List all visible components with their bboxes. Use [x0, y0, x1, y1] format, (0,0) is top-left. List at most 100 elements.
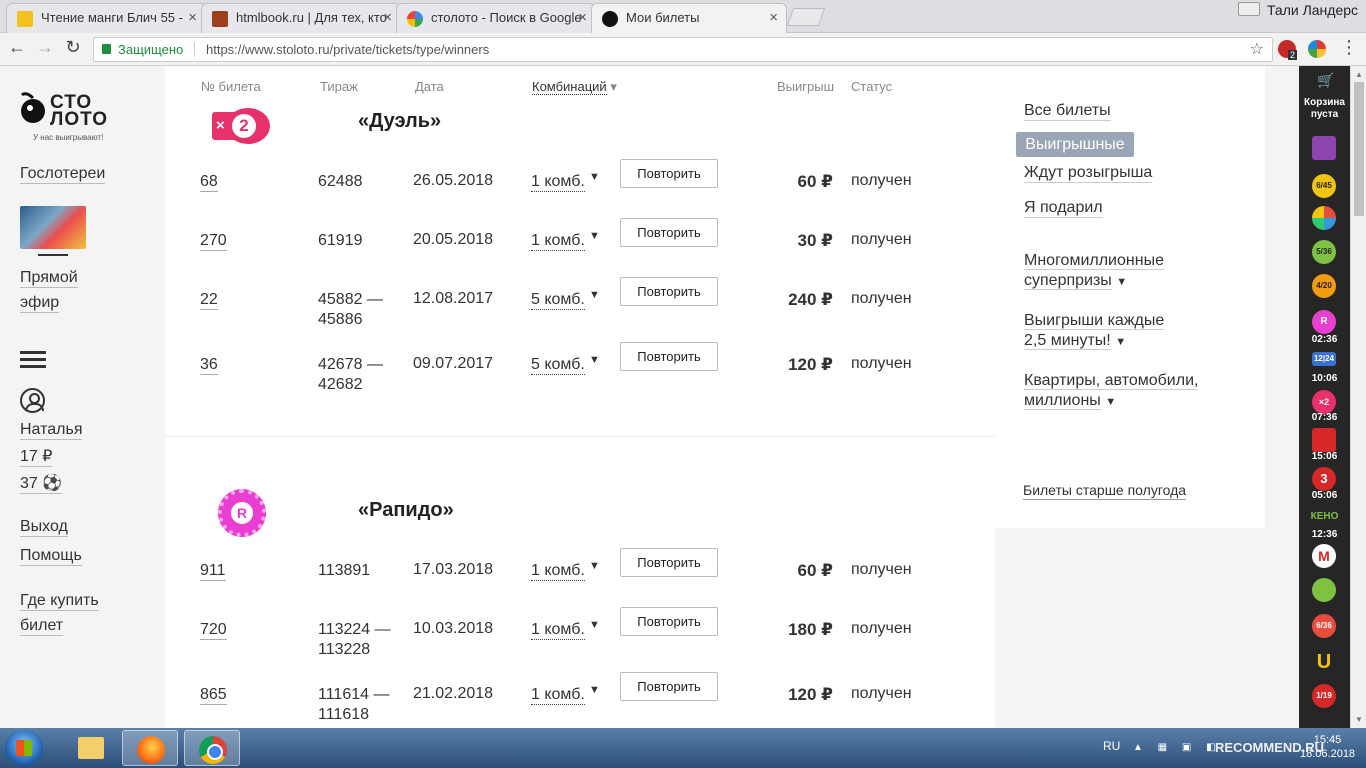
lottery-6-36-icon[interactable]: 6/36 — [1312, 614, 1336, 638]
minimize-window-button[interactable] — [1238, 2, 1260, 16]
ticket-number-link[interactable]: 270 — [200, 231, 227, 251]
chevron-down-icon[interactable]: ▼ — [589, 171, 600, 183]
user-icon[interactable] — [20, 388, 45, 413]
bookmark-star-icon[interactable]: ☆ — [1250, 38, 1264, 61]
tab-htmlbook[interactable]: htmlbook.ru | Для тех, кто × — [201, 3, 401, 33]
logo-wordmark[interactable]: СТО ЛОТО — [50, 93, 108, 129]
repeat-button[interactable]: Повторить — [620, 672, 718, 701]
lottery-duel-icon[interactable]: ×2 — [1312, 390, 1336, 414]
logout-link[interactable]: Выход — [20, 517, 68, 537]
superprizes-dropdown[interactable]: Многомиллионные суперпризы ▼ — [1024, 251, 1164, 292]
combinations-dropdown[interactable]: 1 комб. — [531, 172, 585, 192]
tab-google[interactable]: столото - Поиск в Google × — [396, 3, 596, 33]
lottery-top3-red-icon[interactable]: 3 — [1312, 467, 1336, 491]
lottery-12-24-icon[interactable]: 12|24 — [1312, 352, 1336, 366]
repeat-button[interactable]: Повторить — [620, 548, 718, 577]
balance-link[interactable]: 17 ₽ — [20, 447, 53, 467]
stoloto-logo-icon[interactable] — [20, 90, 46, 126]
chevron-down-icon[interactable]: ▼ — [589, 230, 600, 242]
filter-winning-active[interactable]: Выигрышные — [1016, 132, 1134, 157]
filter-awaiting-draw[interactable]: Ждут розыгрыша — [1024, 163, 1153, 183]
close-tab-icon[interactable]: × — [769, 4, 778, 32]
repeat-button[interactable]: Повторить — [620, 607, 718, 636]
close-tab-icon[interactable]: × — [383, 4, 392, 32]
lottery-top3-icon[interactable] — [1312, 428, 1336, 452]
ticket-number-link[interactable]: 865 — [200, 685, 227, 705]
tab-manga[interactable]: Чтение манги Блич 55 - × — [6, 3, 206, 33]
filter-all-tickets[interactable]: Все билеты — [1024, 101, 1111, 121]
lottery-bingo-icon[interactable] — [1312, 578, 1336, 602]
filter-gifted[interactable]: Я подарил — [1024, 198, 1103, 218]
tab-my-tickets[interactable]: Мои билеты × — [591, 3, 787, 34]
lottery-horseshoe-icon[interactable]: U — [1312, 650, 1336, 674]
every-2-5-min-dropdown[interactable]: Выигрыши каждые 2,5 минуты! ▼ — [1024, 311, 1165, 352]
chevron-down-icon[interactable]: ▼ — [589, 289, 600, 301]
taskbar-chrome[interactable] — [184, 730, 240, 766]
chevron-down-icon[interactable]: ▼ — [589, 684, 600, 696]
prize-amount: 240 ₽ — [788, 290, 833, 309]
live-link[interactable]: Прямой — [20, 268, 78, 288]
ticket-number-link[interactable]: 720 — [200, 620, 227, 640]
page-scrollbar[interactable]: ▲ ▼ — [1350, 66, 1366, 728]
live-broadcast-thumbnail[interactable] — [20, 206, 86, 249]
chevron-down-icon[interactable]: ▼ — [589, 560, 600, 572]
scroll-down-icon[interactable]: ▼ — [1355, 715, 1363, 724]
user-name-link[interactable]: Наталья — [20, 420, 83, 440]
lottery-gift-icon[interactable] — [1312, 136, 1336, 160]
language-indicator[interactable]: RU — [1103, 739, 1120, 753]
lottery-6-45-icon[interactable]: 6/45 — [1312, 174, 1336, 198]
bonus-link[interactable]: 37 ⚽ — [20, 474, 63, 494]
extension-icon[interactable] — [1308, 40, 1326, 58]
combinations-dropdown[interactable]: 1 комб. — [531, 685, 585, 705]
combinations-dropdown[interactable]: 5 комб. — [531, 355, 585, 375]
browser-menu-icon[interactable]: ⋮ — [1338, 37, 1360, 58]
lottery-matchball-icon[interactable]: M — [1312, 544, 1336, 568]
older-tickets-link[interactable]: Билеты старше полугода — [1023, 482, 1187, 500]
taskbar-firefox[interactable] — [122, 730, 178, 766]
forward-arrow-icon[interactable]: → — [34, 37, 56, 58]
lottery-4-20-icon[interactable]: 4/20 — [1312, 274, 1336, 298]
close-tab-icon[interactable]: × — [578, 4, 587, 32]
cart-icon[interactable]: 🛒 — [1317, 72, 1334, 89]
start-button[interactable] — [5, 730, 43, 766]
lottery-rapido-icon[interactable] — [1312, 206, 1336, 230]
new-tab-button[interactable] — [786, 8, 826, 26]
chevron-down-icon[interactable]: ▼ — [589, 619, 600, 631]
combinations-dropdown[interactable]: 1 комб. — [531, 561, 585, 581]
apartments-cars-dropdown[interactable]: Квартиры, автомобили, миллионы ▼ — [1024, 371, 1199, 412]
browser-profile-name[interactable]: Тали Ландерс — [1267, 2, 1358, 18]
address-bar[interactable]: Защищено https://www.stoloto.ru/private/… — [93, 37, 1273, 62]
lottery-keno-icon[interactable]: КЕНО — [1304, 510, 1345, 524]
ticket-number-link[interactable]: 68 — [200, 172, 218, 192]
menu-hamburger-icon[interactable] — [20, 351, 46, 368]
combinations-dropdown[interactable]: 1 комб. — [531, 231, 585, 251]
reload-icon[interactable]: ↻ — [62, 37, 84, 58]
repeat-button[interactable]: Повторить — [620, 277, 718, 306]
back-arrow-icon[interactable]: ← — [6, 37, 28, 58]
header-combinations-sort[interactable]: Комбинаций ▾ — [532, 79, 617, 95]
help-link[interactable]: Помощь — [20, 546, 82, 566]
chevron-down-icon[interactable]: ▼ — [589, 354, 600, 366]
lottery-5-36-icon[interactable]: 5/36 — [1312, 240, 1336, 264]
url-text[interactable]: https://www.stoloto.ru/private/tickets/t… — [206, 38, 489, 61]
ticket-number-link[interactable]: 36 — [200, 355, 218, 375]
lottery-rapido-timer-icon[interactable]: R — [1312, 310, 1336, 334]
where-to-buy-link-line2[interactable]: билет — [20, 616, 64, 636]
scrollbar-thumb[interactable] — [1354, 82, 1364, 216]
repeat-button[interactable]: Повторить — [620, 342, 718, 371]
scroll-up-icon[interactable]: ▲ — [1355, 70, 1363, 79]
gov-lotteries-link[interactable]: Гослотереи — [20, 164, 106, 184]
ticket-number-link[interactable]: 911 — [200, 561, 226, 581]
combinations-dropdown[interactable]: 1 комб. — [531, 620, 585, 640]
repeat-button[interactable]: Повторить — [620, 159, 718, 188]
live-link-line2[interactable]: эфир — [20, 293, 60, 313]
close-tab-icon[interactable]: × — [188, 4, 197, 32]
where-to-buy-link[interactable]: Где купить — [20, 591, 99, 611]
lottery-1-19-icon[interactable]: 1/19 — [1312, 684, 1336, 708]
system-tray-icons[interactable]: ▲ ▦ ▣ ◧ — [1133, 742, 1222, 753]
taskbar-clock[interactable]: 15:45 18.06.2018 — [1300, 733, 1355, 761]
taskbar-explorer[interactable] — [62, 730, 118, 766]
ticket-number-link[interactable]: 22 — [200, 290, 218, 310]
combinations-dropdown[interactable]: 5 комб. — [531, 290, 585, 310]
repeat-button[interactable]: Повторить — [620, 218, 718, 247]
